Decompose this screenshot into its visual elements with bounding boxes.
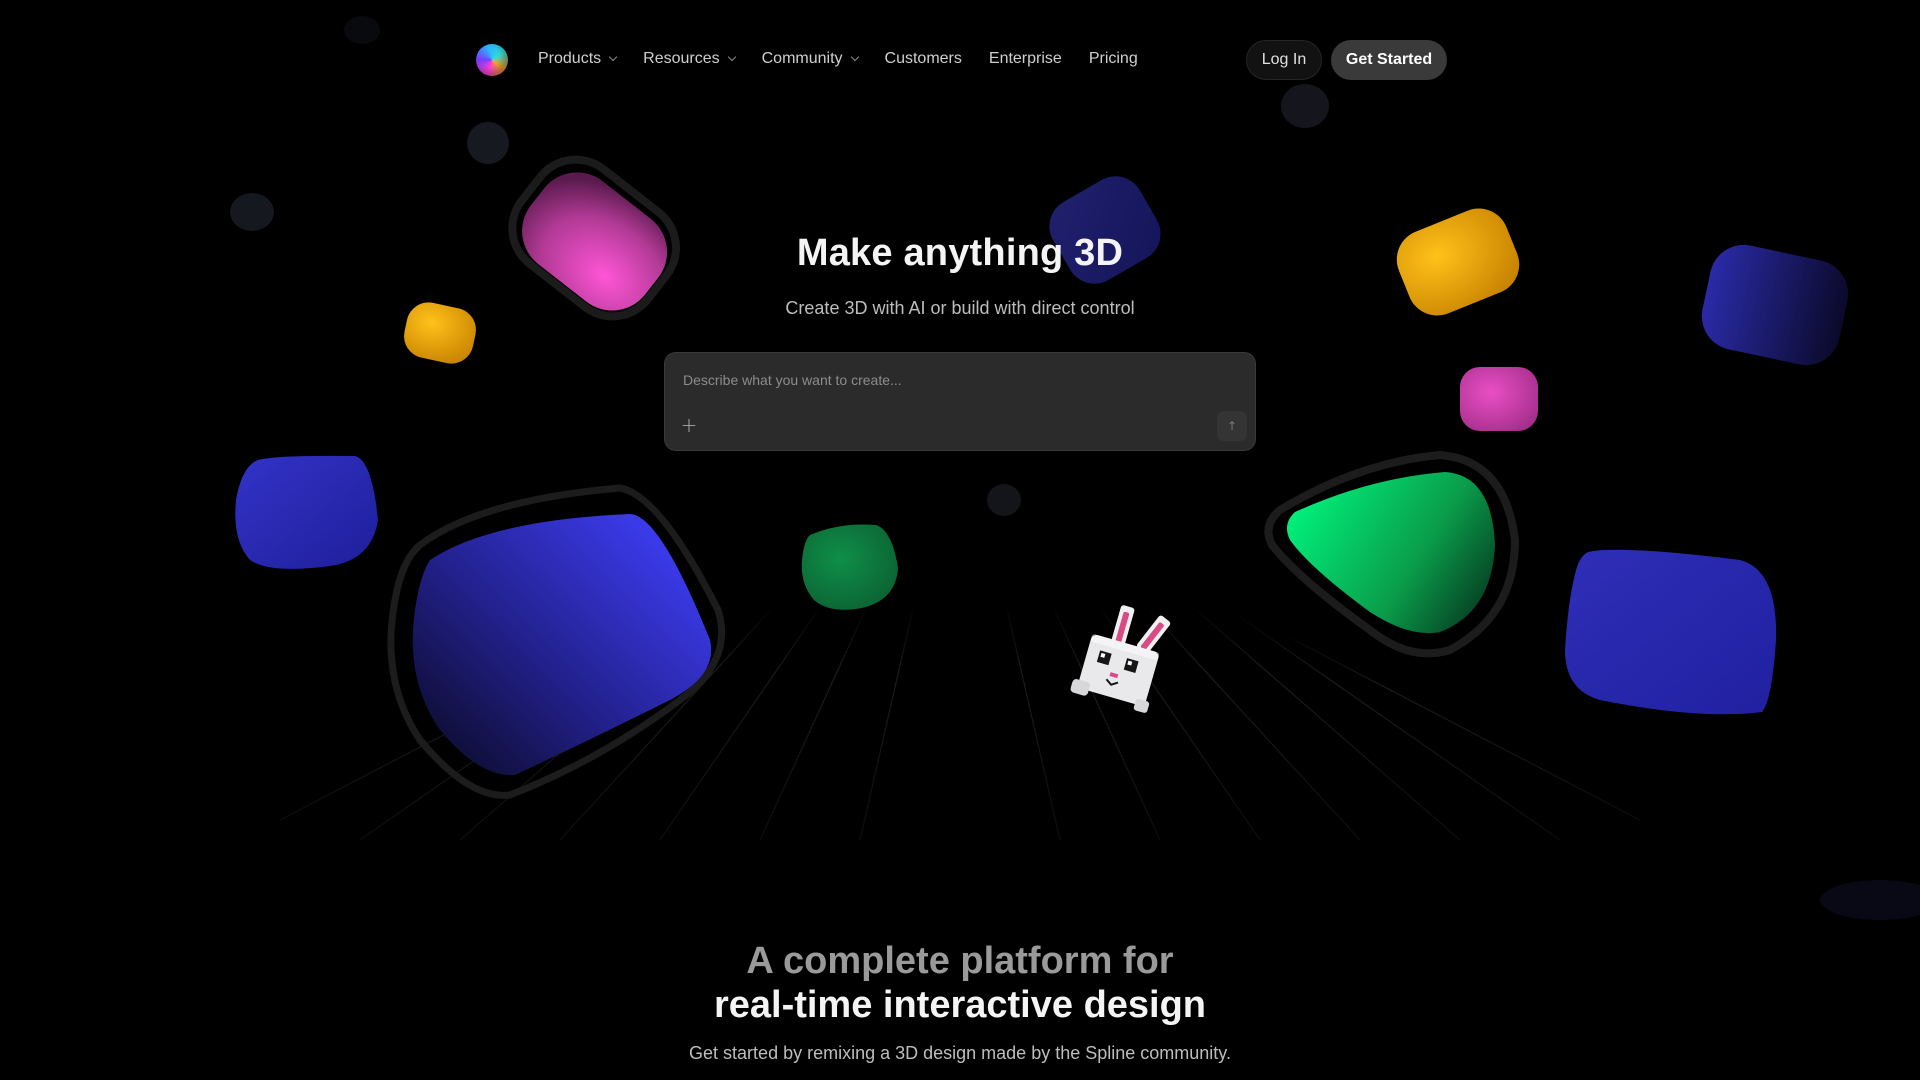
shape-green-small: [801, 524, 898, 610]
chevron-down-icon: [727, 52, 736, 62]
nav-item-community[interactable]: Community: [761, 50, 859, 68]
background-blobs: [230, 16, 1920, 920]
platform-heading-line1: A complete platform for: [746, 940, 1174, 982]
shape-blue-right: [1565, 549, 1777, 715]
bunny-character: [1070, 605, 1171, 713]
nav-item-resources[interactable]: Resources: [643, 50, 736, 68]
plus-icon[interactable]: +: [679, 415, 699, 435]
chevron-down-icon: [850, 52, 859, 62]
shape-green-large: [1264, 450, 1520, 658]
hero-subtitle: Create 3D with AI or build with direct c…: [785, 298, 1135, 318]
page: Products Resources Community Customers E…: [0, 0, 1920, 1080]
nav-item-label: Enterprise: [988, 50, 1062, 67]
get-started-button[interactable]: Get Started: [1331, 40, 1447, 80]
nav-item-customers[interactable]: Customers: [885, 50, 962, 68]
shape-indigo-large: [387, 484, 726, 799]
nav-item-label: Customers: [884, 50, 962, 67]
top-navigation: Products Resources Community Customers E…: [0, 38, 1920, 82]
platform-subtitle: Get started by remixing a 3D design made…: [689, 1043, 1231, 1063]
hero-title: Make anything 3D: [796, 232, 1124, 274]
nav-item-enterprise[interactable]: Enterprise: [989, 50, 1062, 68]
nav-links: Products Resources Community Customers E…: [538, 50, 1165, 68]
shape-magenta-small: [1460, 367, 1538, 431]
nav-item-label: Resources: [643, 50, 720, 67]
nav-item-label: Products: [538, 50, 602, 67]
arrow-up-icon[interactable]: ↑: [1217, 411, 1247, 441]
platform-heading-line2: real-time interactive design: [713, 984, 1207, 1026]
shape-blue-left: [235, 455, 378, 569]
nav-item-label: Pricing: [1088, 50, 1138, 67]
nav-item-products[interactable]: Products: [538, 50, 618, 68]
prompt-input[interactable]: [681, 367, 1225, 393]
hero-3d-scene[interactable]: [0, 0, 1920, 1080]
chevron-down-icon: [608, 52, 618, 62]
ai-prompt-box: + ↑: [664, 352, 1256, 451]
nav-item-label: Community: [761, 50, 843, 67]
nav-item-pricing[interactable]: Pricing: [1089, 50, 1138, 68]
login-button[interactable]: Log In: [1246, 40, 1322, 80]
spline-logo-icon[interactable]: [476, 44, 508, 76]
